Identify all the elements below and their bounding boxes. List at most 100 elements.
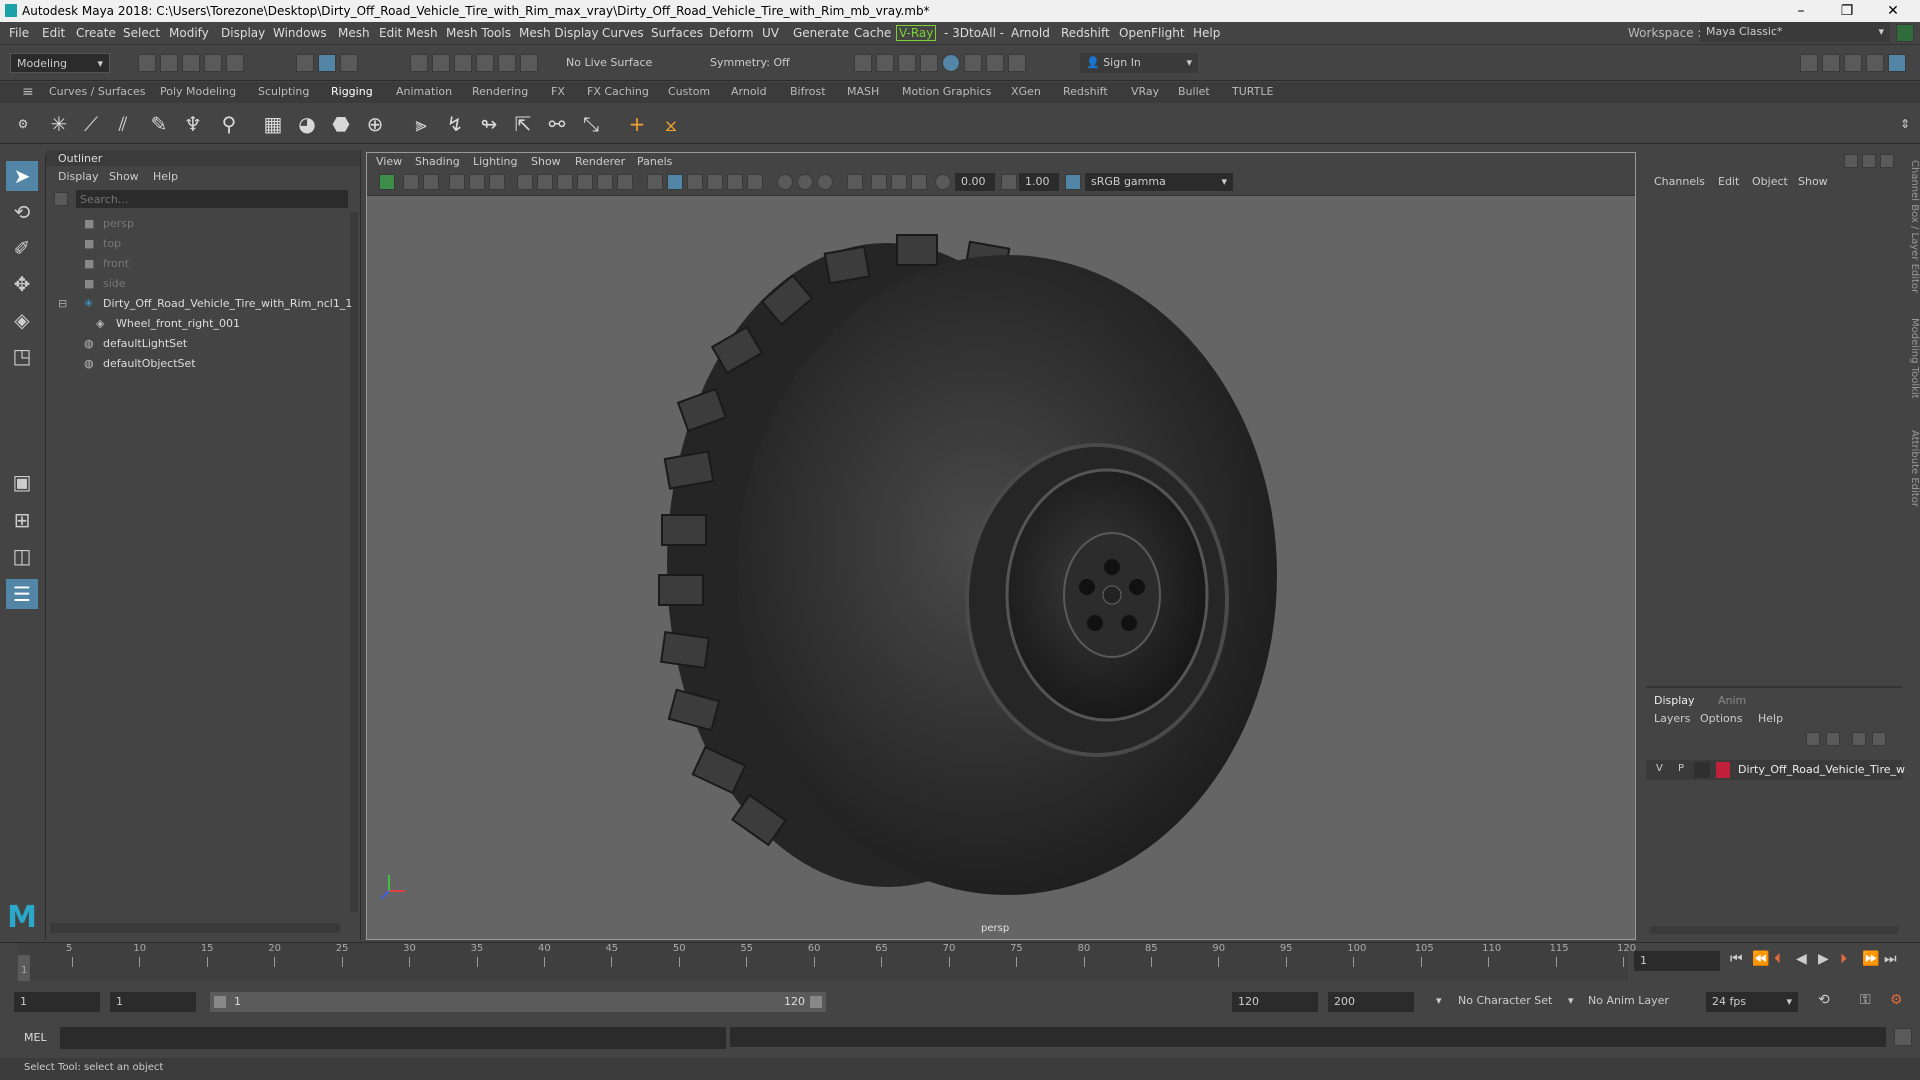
- xray-active-icon[interactable]: [891, 174, 907, 190]
- playback-end-field[interactable]: 120: [1232, 992, 1318, 1012]
- point-constraint-icon[interactable]: ⨲: [658, 111, 684, 137]
- create-sculpt-icon[interactable]: ⊕: [362, 111, 388, 137]
- mirror-weights-icon[interactable]: ⇱: [510, 111, 536, 137]
- copy-weights-icon[interactable]: ⚯: [544, 111, 570, 137]
- character-set-label[interactable]: No Character Set: [1458, 994, 1552, 1007]
- display-layer-row[interactable]: V P Dirty_Off_Road_Vehicle_Tire_w: [1646, 760, 1905, 780]
- layer-visibility-toggle[interactable]: V: [1656, 763, 1663, 774]
- snap-grid-icon[interactable]: [410, 54, 428, 72]
- new-layer-icon[interactable]: [1852, 732, 1866, 746]
- layer-tab-display[interactable]: Display: [1654, 694, 1695, 707]
- menu-edit-mesh[interactable]: Edit Mesh: [379, 26, 438, 40]
- character-controls-icon[interactable]: [1822, 54, 1840, 72]
- tab-arnold[interactable]: Arnold: [731, 85, 767, 98]
- menu-display[interactable]: Display: [221, 26, 265, 40]
- textured-icon[interactable]: [707, 174, 723, 190]
- menu-modify[interactable]: Modify: [169, 26, 209, 40]
- wireframe-icon[interactable]: [647, 174, 663, 190]
- wireframe-on-shaded-icon[interactable]: [687, 174, 703, 190]
- xray-icon[interactable]: [871, 174, 887, 190]
- tab-fx-caching[interactable]: FX Caching: [587, 85, 649, 98]
- parent-constraint-icon[interactable]: +: [624, 111, 650, 137]
- layers-menu[interactable]: Layers: [1654, 712, 1690, 725]
- xray-joints-icon[interactable]: [911, 174, 927, 190]
- menu-uv[interactable]: UV: [762, 26, 779, 40]
- outliner-item-default-object-set[interactable]: ◍ defaultObjectSet: [46, 354, 346, 374]
- new-scene-icon[interactable]: [138, 54, 156, 72]
- ambient-occlusion-icon[interactable]: [777, 174, 793, 190]
- side-tab-channel-box[interactable]: Channel Box / Layer Editor: [1904, 160, 1920, 293]
- anim-layer-label[interactable]: No Anim Layer: [1588, 994, 1669, 1007]
- lock-icon[interactable]: [1896, 24, 1914, 42]
- menu-surfaces[interactable]: Surfaces: [651, 26, 703, 40]
- menu-cache[interactable]: Cache: [854, 26, 891, 40]
- step-back-key-icon[interactable]: ⏪: [1752, 951, 1769, 967]
- color-management-icon[interactable]: [1065, 174, 1081, 190]
- options-menu[interactable]: Options: [1700, 712, 1742, 725]
- playback-start-field[interactable]: 1: [110, 992, 196, 1012]
- persp-outliner-icon[interactable]: ◫: [6, 541, 38, 571]
- film-gate-icon[interactable]: [537, 174, 553, 190]
- channels-menu[interactable]: Channels: [1654, 175, 1705, 188]
- layer-hscrollbar[interactable]: [1650, 926, 1898, 934]
- menu-mesh-display[interactable]: Mesh Display: [519, 26, 599, 40]
- tab-sculpting[interactable]: Sculpting: [258, 85, 309, 98]
- vray-render-icon[interactable]: [986, 54, 1004, 72]
- isolate-select-icon[interactable]: [847, 174, 863, 190]
- create-cluster-icon[interactable]: ◕: [294, 111, 320, 137]
- select-component-icon[interactable]: [340, 54, 358, 72]
- hypershade-icon[interactable]: [942, 54, 960, 72]
- menu-edit[interactable]: Edit: [42, 26, 65, 40]
- scale-tool-icon[interactable]: ◳: [6, 341, 38, 371]
- menu-generate[interactable]: Generate: [793, 26, 849, 40]
- channel-object-menu[interactable]: Object: [1752, 175, 1788, 188]
- redo-icon[interactable]: [226, 54, 244, 72]
- rotate-tool-icon[interactable]: ◈: [6, 305, 38, 335]
- outliner-layout-icon[interactable]: ☰: [6, 579, 38, 609]
- smooth-bind-icon[interactable]: ↯: [442, 111, 468, 137]
- joint-tool-icon[interactable]: ✳: [46, 111, 72, 137]
- tab-animation[interactable]: Animation: [396, 85, 452, 98]
- menu-deform[interactable]: Deform: [709, 26, 754, 40]
- menu-3dtoall[interactable]: - 3DtoAll -: [944, 26, 1004, 40]
- animation-preferences-icon[interactable]: ⚙: [1890, 992, 1903, 1008]
- gamma-icon[interactable]: [1001, 174, 1017, 190]
- four-view-icon[interactable]: ⊞: [6, 505, 38, 535]
- outliner-vscrollbar[interactable]: [350, 212, 358, 912]
- layer-playback-toggle[interactable]: P: [1678, 763, 1684, 774]
- tab-motion-graphics[interactable]: Motion Graphics: [902, 85, 991, 98]
- undo-icon[interactable]: [204, 54, 222, 72]
- tab-custom[interactable]: Custom: [668, 85, 710, 98]
- tab-rigging[interactable]: Rigging: [331, 85, 373, 98]
- animation-start-field[interactable]: 1: [14, 992, 100, 1012]
- outliner-item-tire-group[interactable]: ⊟ ✳ Dirty_Off_Road_Vehicle_Tire_with_Rim…: [46, 294, 352, 314]
- channel-box-pin-icon[interactable]: [1844, 154, 1858, 168]
- outliner-item-default-light-set[interactable]: ◍ defaultLightSet: [46, 334, 346, 354]
- single-perspective-icon[interactable]: ▣: [6, 467, 38, 497]
- menu-vray[interactable]: V-Ray: [896, 25, 937, 41]
- bookmark-icon[interactable]: [423, 174, 439, 190]
- image-plane-icon[interactable]: [449, 174, 465, 190]
- layer-color-swatch[interactable]: [1716, 762, 1730, 778]
- render-view-icon[interactable]: [964, 54, 982, 72]
- menu-arnold[interactable]: Arnold: [1011, 26, 1050, 40]
- select-tool-icon[interactable]: ➤: [6, 161, 38, 191]
- humanik-icon[interactable]: ♆: [180, 111, 206, 137]
- tab-bifrost[interactable]: Bifrost: [790, 85, 826, 98]
- resolution-gate-icon[interactable]: [557, 174, 573, 190]
- outliner-hscrollbar[interactable]: [50, 923, 340, 933]
- outliner-item-top[interactable]: ■ top: [46, 234, 346, 254]
- snap-surface-icon[interactable]: [498, 54, 516, 72]
- snap-point-icon[interactable]: [454, 54, 472, 72]
- ipr-render-icon[interactable]: [898, 54, 916, 72]
- motion-blur-icon[interactable]: [797, 174, 813, 190]
- field-chart-icon[interactable]: [597, 174, 613, 190]
- layer-display-type[interactable]: [1694, 762, 1710, 778]
- viewport-menu-shading[interactable]: Shading: [415, 155, 460, 168]
- snap-rotate-icon[interactable]: [520, 54, 538, 72]
- outliner-item-front[interactable]: ■ front: [46, 254, 346, 274]
- safe-action-icon[interactable]: [617, 174, 633, 190]
- menu-mesh-tools[interactable]: Mesh Tools: [446, 26, 511, 40]
- mode-dropdown[interactable]: Modeling ▾: [10, 53, 110, 73]
- quick-rig-icon[interactable]: ⚲: [216, 111, 242, 137]
